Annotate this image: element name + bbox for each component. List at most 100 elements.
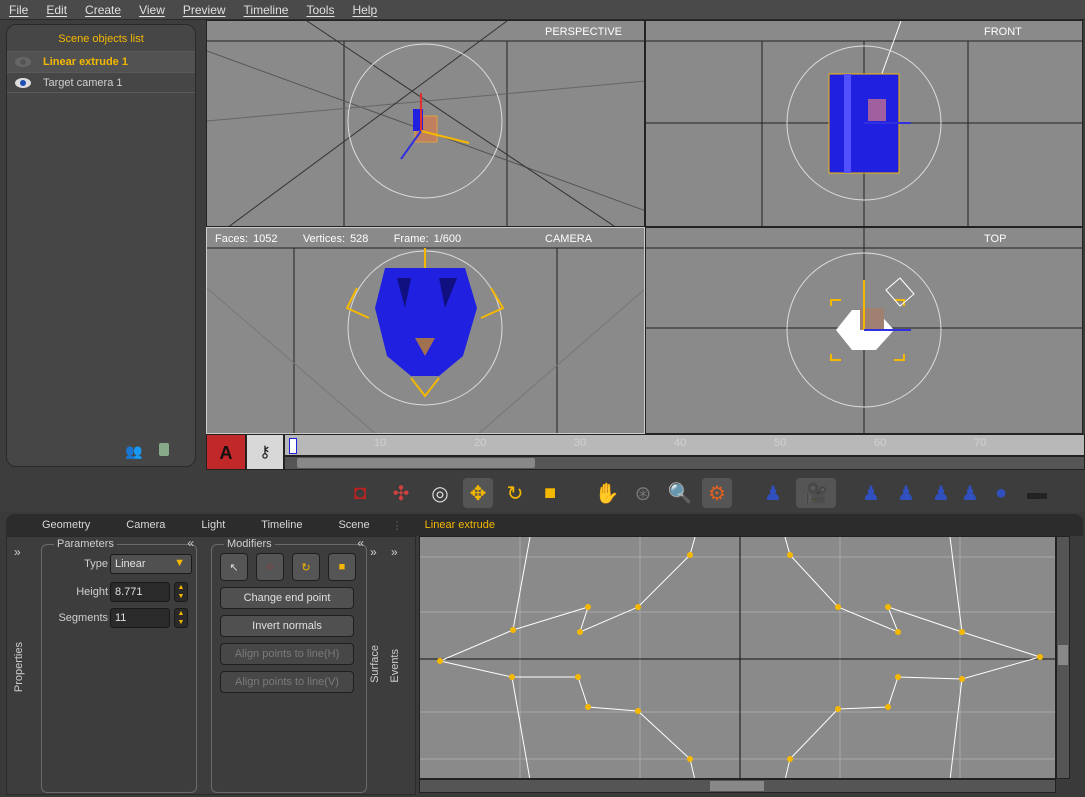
camera-stats: Faces: 1052 Vertices: 528 Frame: 1/600 bbox=[215, 233, 461, 245]
camera-viewport[interactable]: Faces: 1052 Vertices: 528 Frame: 1/600 C… bbox=[206, 227, 645, 434]
scrollbar-thumb[interactable] bbox=[710, 781, 764, 791]
invert-normals-button[interactable]: Invert normals bbox=[220, 615, 354, 637]
menu-timeline[interactable]: Timeline bbox=[235, 3, 298, 17]
shape-editor-canvas[interactable] bbox=[419, 536, 1056, 779]
tab-camera[interactable]: Camera bbox=[108, 519, 183, 531]
scene-objects-panel: Scene objects list Linear extrude 1 Targ… bbox=[6, 24, 196, 467]
menu-file[interactable]: File bbox=[0, 3, 37, 17]
expand-chevron-icon[interactable]: » bbox=[391, 545, 398, 559]
change-end-point-button[interactable]: Change end point bbox=[220, 587, 354, 609]
select-region-icon[interactable]: ◘ bbox=[345, 478, 375, 508]
events-side-tab[interactable]: Events bbox=[389, 649, 401, 683]
character-icon[interactable]: ♟ bbox=[856, 478, 886, 508]
front-viewport[interactable]: FRONT bbox=[645, 20, 1083, 227]
axis-gizmo-icon[interactable]: ✣ bbox=[386, 478, 416, 508]
viewport-label: CAMERA bbox=[545, 233, 593, 245]
scene-object-name: Target camera 1 bbox=[43, 76, 123, 89]
character-icon[interactable]: ♟ bbox=[926, 478, 956, 508]
character-icon[interactable]: ♟ bbox=[891, 478, 921, 508]
scale-icon[interactable]: ■ bbox=[535, 478, 565, 508]
horizontal-scrollbar[interactable] bbox=[419, 779, 1056, 793]
scene-panel-title: Scene objects list bbox=[58, 33, 144, 45]
scale-icon[interactable]: ■ bbox=[328, 553, 356, 581]
rotate-view-icon[interactable]: ◎ bbox=[425, 478, 455, 508]
character-icon[interactable]: ▬ bbox=[1022, 478, 1052, 508]
visibility-eye-icon[interactable] bbox=[15, 77, 31, 88]
zoom-icon[interactable]: 🔍 bbox=[665, 478, 695, 508]
segments-label: Segments bbox=[58, 612, 108, 624]
viewport-label: TOP bbox=[984, 233, 1007, 245]
properties-side-tab[interactable]: Properties bbox=[13, 642, 25, 692]
timeline-ruler[interactable]: 10 20 30 40 50 60 70 bbox=[284, 434, 1085, 456]
character-icon[interactable]: ♟ bbox=[758, 478, 788, 508]
property-tabs: Geometry Camera Light Timeline Scene ⋮ L… bbox=[6, 514, 1083, 536]
timeline-tick: 70 bbox=[974, 437, 987, 449]
viewport-label: PERSPECTIVE bbox=[545, 26, 623, 38]
collapse-chevron-icon[interactable]: « bbox=[187, 536, 194, 550]
height-input[interactable]: 8.771 bbox=[110, 582, 170, 602]
rotate-icon[interactable]: ↻ bbox=[292, 553, 320, 581]
tab-geometry[interactable]: Geometry bbox=[6, 519, 108, 531]
camera-view-icon[interactable]: 🎥 bbox=[796, 478, 836, 508]
timeline-scrollbar[interactable] bbox=[284, 456, 1085, 470]
scene-object-row[interactable]: Linear extrude 1 bbox=[7, 51, 195, 72]
vertices-count: Vertices: 528 bbox=[302, 233, 369, 245]
tab-scene[interactable]: Scene bbox=[320, 519, 387, 531]
vertical-scrollbar[interactable] bbox=[1056, 536, 1070, 779]
align-points-h-button[interactable]: Align points to line(H) bbox=[220, 643, 354, 665]
scene-object-row[interactable]: Target camera 1 bbox=[7, 72, 195, 93]
menu-bar: File Edit Create View Preview Timeline T… bbox=[0, 0, 1085, 20]
surface-side-tab[interactable]: Surface bbox=[369, 645, 381, 683]
height-label: Height bbox=[76, 586, 108, 598]
pan-hand-icon[interactable]: ✋ bbox=[592, 478, 622, 508]
timeline-tick: 50 bbox=[774, 437, 787, 449]
timeline-tick: 40 bbox=[674, 437, 687, 449]
tab-light[interactable]: Light bbox=[183, 519, 243, 531]
select-points-icon[interactable]: ↖ bbox=[220, 553, 248, 581]
tab-linear-extrude[interactable]: Linear extrude bbox=[407, 519, 513, 531]
scrollbar-thumb[interactable] bbox=[1058, 645, 1068, 665]
tab-timeline[interactable]: Timeline bbox=[243, 519, 320, 531]
type-label: Type bbox=[84, 558, 108, 570]
properties-panel: » Properties Parameters « Type Linear ▼ … bbox=[6, 536, 416, 795]
segments-input[interactable]: 11 bbox=[110, 608, 170, 628]
camera-tools-icon[interactable]: ⚙ bbox=[702, 478, 732, 508]
select-region-icon[interactable]: ⁘ bbox=[256, 553, 284, 581]
type-value: Linear bbox=[115, 558, 146, 570]
scrollbar-thumb[interactable] bbox=[297, 458, 535, 468]
timeline-tick: 20 bbox=[474, 437, 487, 449]
collapse-chevron-icon[interactable]: « bbox=[357, 536, 364, 550]
character-icon[interactable]: ♟ bbox=[955, 478, 985, 508]
character-icon[interactable]: ● bbox=[986, 478, 1016, 508]
key-icon[interactable]: ⚷ bbox=[246, 434, 284, 470]
group-objects-icon[interactable]: 👥 bbox=[125, 443, 142, 460]
timeline-playhead[interactable] bbox=[289, 438, 297, 454]
align-points-v-button[interactable]: Align points to line(V) bbox=[220, 671, 354, 693]
collapse-chevron-icon[interactable]: » bbox=[14, 545, 21, 559]
timeline-tick: 60 bbox=[874, 437, 887, 449]
chevron-down-icon: ▼ bbox=[174, 557, 185, 569]
trash-icon[interactable] bbox=[159, 443, 169, 456]
visibility-eye-icon[interactable] bbox=[15, 57, 31, 67]
menu-create[interactable]: Create bbox=[76, 3, 130, 17]
menu-tools[interactable]: Tools bbox=[297, 3, 343, 17]
top-viewport[interactable]: TOP bbox=[645, 227, 1083, 434]
timeline-tick: 30 bbox=[574, 437, 587, 449]
menu-view[interactable]: View bbox=[130, 3, 174, 17]
menu-help[interactable]: Help bbox=[343, 3, 386, 17]
segments-stepper[interactable]: ▲ ▼ bbox=[174, 608, 188, 628]
orbit-icon[interactable]: ⊛ bbox=[628, 478, 658, 508]
menu-preview[interactable]: Preview bbox=[174, 3, 235, 17]
frame-counter: Frame: 1/600 bbox=[393, 233, 462, 245]
height-stepper[interactable]: ▲ ▼ bbox=[174, 582, 188, 602]
menu-edit[interactable]: Edit bbox=[37, 3, 76, 17]
faces-count: Faces: 1052 bbox=[215, 233, 278, 245]
parameters-title: Parameters bbox=[54, 538, 117, 550]
auto-key-button[interactable]: A bbox=[206, 434, 246, 470]
type-select[interactable]: Linear ▼ bbox=[110, 554, 192, 574]
perspective-viewport[interactable]: PERSPECTIVE bbox=[206, 20, 645, 227]
rotate-icon[interactable]: ↻ bbox=[500, 478, 530, 508]
expand-chevron-icon[interactable]: » bbox=[370, 545, 377, 559]
move-icon[interactable]: ✥ bbox=[463, 478, 493, 508]
parameters-group: Parameters « Type Linear ▼ Height 8.771 … bbox=[41, 536, 197, 793]
